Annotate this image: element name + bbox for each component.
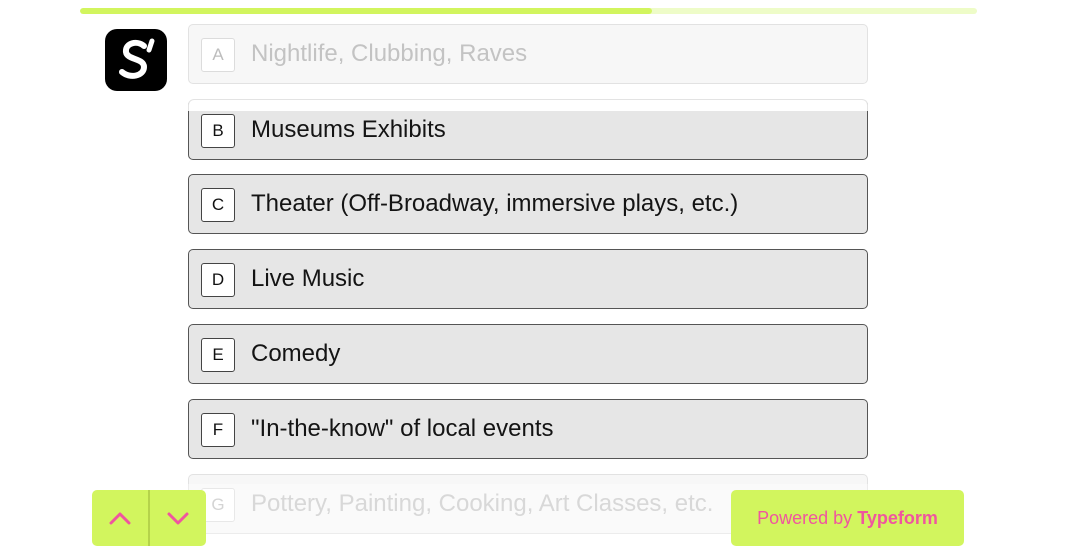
choice-label: Live Music [251,265,365,292]
choice-key: B [201,114,235,148]
choice-f[interactable]: F "In-the-know" of local events [188,399,868,459]
choice-label: Theater (Off-Broadway, immersive plays, … [251,190,739,217]
choice-label: "In-the-know" of local events [251,415,554,442]
choice-key: C [201,188,235,222]
progress-bar-fill [80,8,653,14]
powered-by-brand: Typeform [857,508,938,528]
choice-c[interactable]: C Theater (Off-Broadway, immersive plays… [188,174,868,234]
choice-top-edge [188,99,868,111]
previous-question-button[interactable] [92,490,148,546]
powered-by-prefix: Powered by [757,508,853,528]
powered-by-typeform-link[interactable]: Powered by Typeform [731,490,964,546]
brand-logo [105,29,167,91]
choice-label: Nightlife, Clubbing, Raves [251,40,528,67]
choice-a[interactable]: A Nightlife, Clubbing, Raves [188,24,868,84]
choice-e[interactable]: E Comedy [188,324,868,384]
chevron-up-icon [109,512,131,525]
choice-key: F [201,413,235,447]
navigation-controls [92,490,206,546]
choice-key: A [201,38,235,72]
choice-label: Comedy [251,340,341,367]
choice-d[interactable]: D Live Music [188,249,868,309]
next-question-button[interactable] [150,490,206,546]
script-s-logo-icon [119,38,155,79]
chevron-down-icon [167,512,188,525]
progress-bar [80,8,977,14]
choice-key: E [201,338,235,372]
choice-key: D [201,263,235,297]
